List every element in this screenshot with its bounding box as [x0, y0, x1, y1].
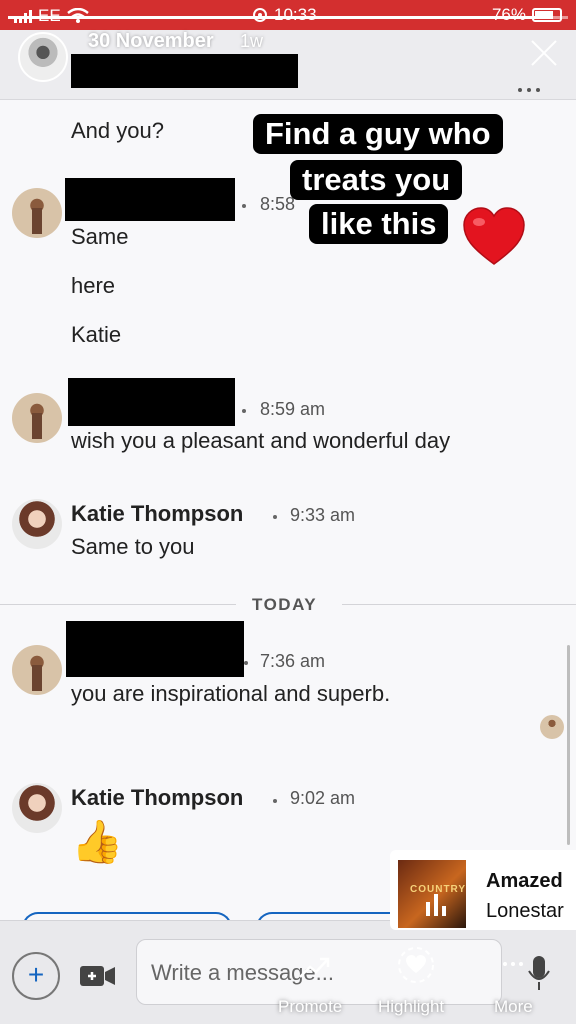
sender-avatar[interactable] — [12, 499, 62, 549]
sender-avatar[interactable] — [12, 645, 62, 695]
meta-dot — [244, 661, 248, 665]
sticker-text-line-3[interactable]: like this — [309, 204, 449, 244]
highlight-button[interactable]: Highlight — [378, 997, 444, 1017]
message-time: 9:02 am — [290, 788, 356, 808]
wifi-icon — [66, 8, 89, 23]
signal-icon — [14, 9, 32, 23]
message-time: 8:59 am — [260, 399, 326, 419]
story-age: 1w — [240, 31, 264, 51]
sender-avatar[interactable] — [12, 783, 62, 833]
sender-name[interactable]: Katie Thompson — [71, 785, 243, 811]
message-text: And you? — [71, 118, 164, 143]
alarm-icon — [253, 8, 267, 22]
more-icon[interactable] — [503, 962, 523, 966]
message-time: 7:36 am — [260, 651, 326, 671]
microphone-icon[interactable] — [528, 955, 550, 991]
meta-dot — [273, 799, 277, 803]
divider-line — [342, 604, 576, 605]
video-icon[interactable] — [80, 964, 116, 988]
add-attachment-button[interactable]: + — [12, 952, 60, 1000]
battery-icon — [532, 8, 562, 22]
message-text: Same — [71, 224, 129, 249]
read-receipt-avatar — [540, 715, 564, 739]
sender-name[interactable]: Katie Thompson — [71, 501, 243, 527]
carrier-label: EE — [38, 6, 61, 25]
message-text: Katie — [71, 322, 122, 347]
heart-icon[interactable] — [462, 206, 526, 270]
redacted-sender-name — [68, 378, 235, 426]
story-author-avatar[interactable] — [18, 32, 68, 82]
status-bar: EE 10:33 76% — [0, 0, 576, 30]
story-date: 30 November — [88, 30, 214, 52]
redacted-sender-name — [65, 178, 235, 221]
message-text: Same to you — [71, 534, 195, 559]
message-text: here — [71, 273, 116, 298]
album-art: COUNTRY — [398, 860, 466, 928]
promote-button[interactable]: Promote — [278, 997, 342, 1017]
thumbs-up-emoji: 👍 — [71, 818, 124, 865]
meta-dot — [242, 409, 246, 413]
message-time: 9:33 am — [290, 505, 356, 525]
music-sticker[interactable]: COUNTRY Amazed Lonestar — [390, 850, 576, 930]
song-artist: Lonestar — [486, 900, 564, 922]
more-options-icon[interactable] — [518, 88, 540, 92]
highlight-heart-icon[interactable] — [396, 945, 436, 985]
redacted-name — [71, 54, 298, 88]
battery-percent: 76% — [491, 5, 526, 24]
story-header: 30 November 1w — [0, 30, 576, 100]
audio-bars-icon — [426, 894, 446, 916]
story-screen: EE 10:33 76% 30 November 1w And you? 8:5… — [0, 0, 576, 1024]
meta-dot — [273, 515, 277, 519]
trend-arrow-icon[interactable] — [298, 955, 330, 979]
meta-dot — [242, 204, 246, 208]
message-text: wish you a pleasant and wonderful day — [71, 428, 451, 453]
redacted-sender-name — [66, 621, 244, 677]
scrollbar[interactable] — [567, 645, 570, 845]
message-text: you are inspirational and superb. — [71, 681, 391, 706]
close-icon[interactable] — [528, 36, 560, 68]
divider-line — [0, 604, 236, 605]
sender-avatar[interactable] — [12, 188, 62, 238]
more-button[interactable]: More — [494, 997, 533, 1017]
clock-time: 10:33 — [274, 5, 317, 24]
song-title: Amazed — [486, 870, 563, 892]
sticker-text-line-1[interactable]: Find a guy who — [253, 114, 503, 154]
sticker-text-line-2[interactable]: treats you — [290, 160, 463, 200]
date-divider-label: TODAY — [252, 595, 318, 614]
sender-avatar[interactable] — [12, 393, 62, 443]
